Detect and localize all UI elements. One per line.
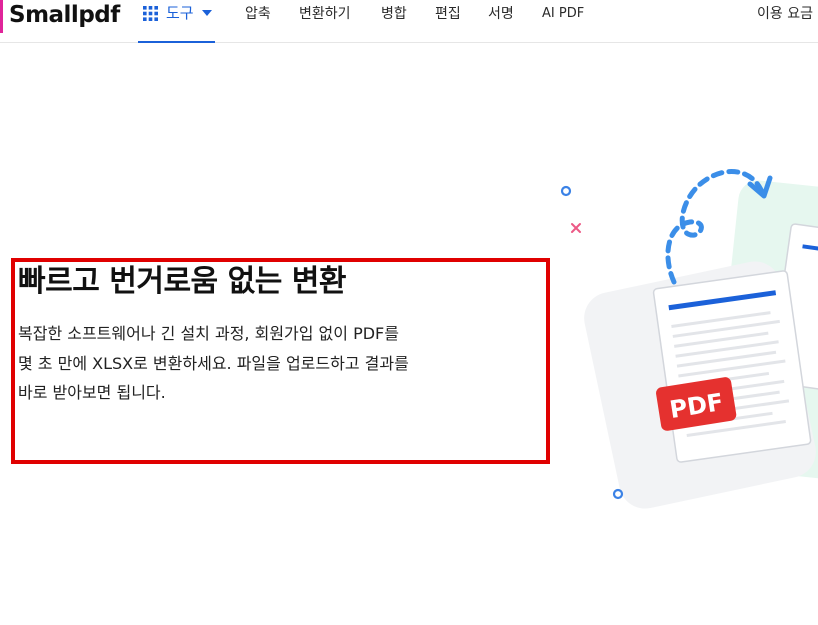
hero-description-line: 복잡한 소프트웨어나 긴 설치 과정, 회원가입 없이 PDF를	[18, 324, 399, 343]
brand-accent-bar	[0, 0, 3, 33]
nav-link-merge[interactable]: 병합	[381, 4, 407, 24]
nav-link-convert[interactable]: 변환하기	[299, 4, 351, 24]
hero-title: 빠르고 번거로움 없는 변환	[18, 264, 346, 299]
smallpdf-logo[interactable]: Smallpdf	[9, 1, 120, 29]
caret-down-icon	[202, 10, 212, 16]
nav-link-sign[interactable]: 서명	[488, 4, 514, 24]
tools-menu-button[interactable]: 도구	[138, 0, 215, 43]
tools-menu-label: 도구	[166, 4, 194, 22]
pdf-convert-illustration: PDF	[560, 169, 818, 509]
nav-link-pricing[interactable]: 이용 요금	[757, 4, 813, 24]
hero-description-line: 몇 초 만에 XLSX로 변환하세요. 파일을 업로드하고 결과를	[18, 353, 409, 373]
document-icon	[652, 270, 812, 463]
nav-link-compress[interactable]: 압축	[245, 4, 271, 24]
hero-description: 복잡한 소프트웨어나 긴 설치 과정, 회원가입 없이 PDF를 몇 초 만에 …	[18, 319, 448, 408]
circle-decoration	[612, 488, 624, 500]
nav-link-ai-pdf[interactable]: AI PDF	[542, 4, 584, 24]
nav-link-edit[interactable]: 편집	[435, 4, 461, 24]
tools-active-underline	[138, 41, 215, 43]
cross-decoration	[571, 223, 581, 233]
hero-description-line: 바로 받아보면 됩니다.	[18, 383, 166, 402]
top-nav: Smallpdf 도구 압축 변환하기 병합 편집 서명 AI PDF 이용 요…	[0, 0, 818, 43]
grid-icon	[143, 6, 158, 21]
circle-decoration	[560, 185, 572, 197]
